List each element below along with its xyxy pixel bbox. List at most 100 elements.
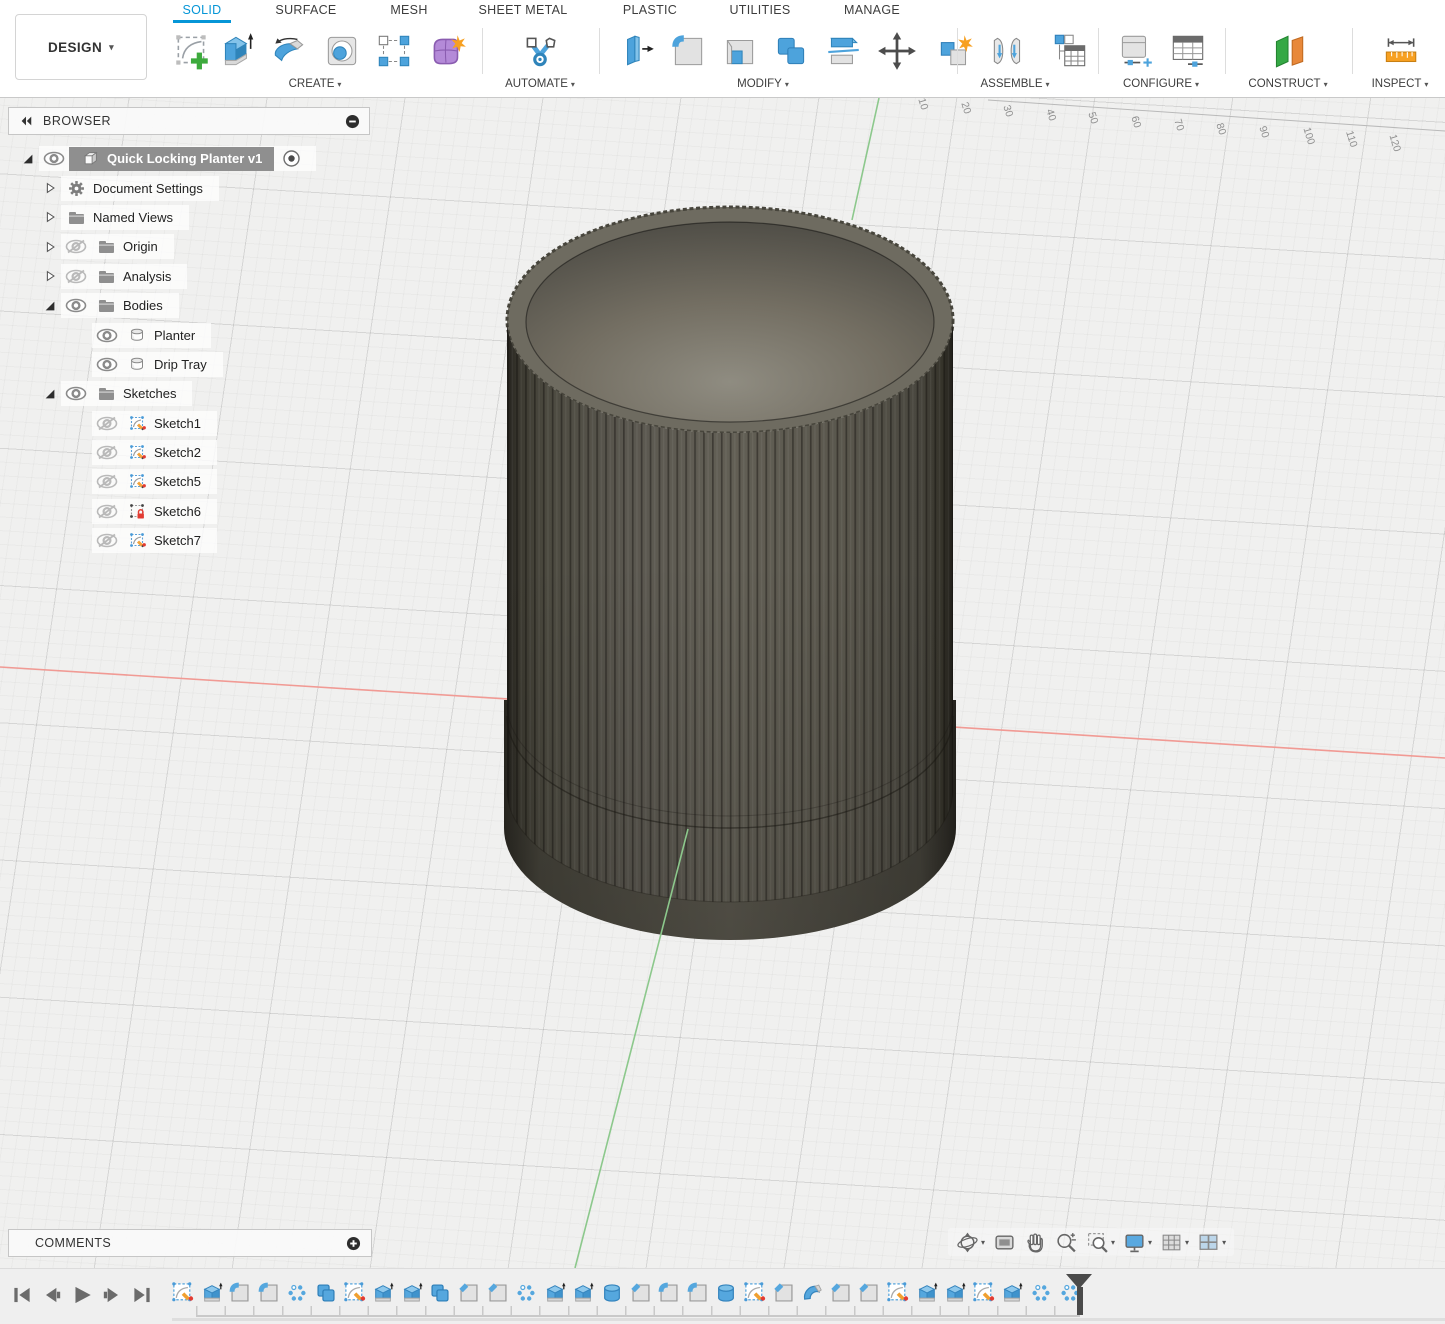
timeline-play-button[interactable] — [70, 1283, 94, 1307]
visibility-eye-icon[interactable] — [92, 328, 122, 343]
timeline-feature-chamfer[interactable] — [630, 1282, 652, 1304]
add-comment-icon[interactable] — [346, 1236, 361, 1251]
visibility-eye-off-icon[interactable] — [92, 416, 122, 431]
hole-icon[interactable] — [321, 30, 363, 72]
design-workspace-button[interactable]: DESIGN ▾ — [15, 14, 147, 80]
create-sketch-icon[interactable] — [171, 30, 213, 72]
timeline-feature-sketch[interactable] — [973, 1282, 995, 1304]
timeline-feature-extrude[interactable] — [372, 1282, 394, 1304]
visibility-eye-icon[interactable] — [61, 298, 91, 313]
tab-surface[interactable]: SURFACE — [275, 3, 336, 17]
timeline-feature-chamfer[interactable] — [458, 1282, 480, 1304]
expander-open-icon[interactable] — [39, 387, 61, 401]
tab-sheet-metal[interactable]: SHEET METAL — [479, 3, 568, 17]
timeline-feature-sketch[interactable] — [744, 1282, 766, 1304]
timeline-feature-chamfer[interactable] — [858, 1282, 880, 1304]
visibility-eye-off-icon[interactable] — [61, 269, 91, 284]
timeline-skip-start-button[interactable] — [10, 1283, 34, 1307]
shell-icon[interactable] — [719, 30, 761, 72]
timeline-feature-combine[interactable] — [315, 1282, 337, 1304]
timeline-playhead-handle[interactable] — [1077, 1287, 1083, 1315]
expander-closed-icon[interactable] — [39, 181, 61, 195]
tab-utilities[interactable]: UTILITIES — [729, 3, 790, 17]
window-zoom-icon[interactable]: ▾ — [1086, 1231, 1115, 1254]
browser-row-planter[interactable]: Planter — [8, 320, 370, 349]
tab-solid[interactable]: SOLID — [182, 3, 221, 17]
expander-open-icon[interactable] — [17, 152, 39, 166]
automate-icon[interactable] — [519, 30, 561, 72]
browser-row-origin[interactable]: Origin — [8, 232, 370, 261]
component-pattern-icon[interactable] — [1049, 30, 1091, 72]
create-form-icon[interactable] — [426, 30, 468, 72]
browser-row-sketches[interactable]: Sketches — [8, 379, 370, 408]
timeline-feature-fillet[interactable] — [258, 1282, 280, 1304]
revolve-icon[interactable] — [268, 30, 310, 72]
visibility-eye-off-icon[interactable] — [61, 239, 91, 254]
tab-manage[interactable]: MANAGE — [844, 3, 900, 17]
zoom-icon[interactable] — [1055, 1231, 1078, 1254]
expander-closed-icon[interactable] — [39, 210, 61, 224]
group-label-configure[interactable]: CONFIGURE▾ — [1123, 78, 1199, 90]
timeline-feature-fillet[interactable] — [658, 1282, 680, 1304]
browser-row-sketch7[interactable]: Sketch7 — [8, 526, 370, 555]
timeline-scroll-track[interactable] — [172, 1318, 1445, 1321]
timeline-feature-extrude[interactable] — [1001, 1282, 1023, 1304]
pan-icon[interactable] — [1024, 1231, 1047, 1254]
timeline-feature-extrude[interactable] — [572, 1282, 594, 1304]
timeline-feature-sketch[interactable] — [172, 1282, 194, 1304]
visibility-eye-off-icon[interactable] — [92, 474, 122, 489]
group-label-assemble[interactable]: ASSEMBLE▾ — [980, 78, 1049, 90]
group-label-modify[interactable]: MODIFY▾ — [737, 78, 789, 90]
timeline-feature-circular-pattern[interactable] — [286, 1282, 308, 1304]
visibility-eye-off-icon[interactable] — [92, 445, 122, 460]
browser-row-sketch5[interactable]: Sketch5 — [8, 467, 370, 496]
measure-icon[interactable] — [1379, 30, 1421, 72]
group-label-inspect[interactable]: INSPECT▾ — [1372, 78, 1429, 90]
browser-row-bodies[interactable]: Bodies — [8, 291, 370, 320]
rect-pattern-icon[interactable] — [373, 30, 415, 72]
timeline-feature-revolve[interactable] — [801, 1282, 823, 1304]
display-settings-icon[interactable]: ▾ — [1123, 1231, 1152, 1254]
configuration-icon[interactable] — [1114, 30, 1156, 72]
timeline-feature-chamfer[interactable] — [773, 1282, 795, 1304]
browser-row-sketch6[interactable]: Sketch6 — [8, 497, 370, 526]
minimize-panel-icon[interactable] — [345, 114, 360, 129]
press-pull-icon[interactable] — [616, 30, 658, 72]
timeline-feature-extrude[interactable] — [944, 1282, 966, 1304]
timeline-skip-end-button[interactable] — [130, 1283, 154, 1307]
grid-settings-icon[interactable]: ▾ — [1160, 1231, 1189, 1254]
timeline-step-back-button[interactable] — [40, 1283, 64, 1307]
timeline-feature-extrude[interactable] — [544, 1282, 566, 1304]
browser-row-analysis[interactable]: Analysis — [8, 262, 370, 291]
move-copy-icon[interactable] — [876, 30, 918, 72]
new-component-icon[interactable] — [934, 30, 976, 72]
timeline-feature-cylinder[interactable] — [601, 1282, 623, 1304]
timeline-feature-extrude[interactable] — [401, 1282, 423, 1304]
extrude-icon[interactable] — [216, 30, 258, 72]
visibility-eye-off-icon[interactable] — [92, 533, 122, 548]
visibility-eye-off-icon[interactable] — [92, 504, 122, 519]
expander-closed-icon[interactable] — [39, 269, 61, 283]
timeline-feature-cylinder[interactable] — [715, 1282, 737, 1304]
expander-closed-icon[interactable] — [39, 240, 61, 254]
group-label-construct[interactable]: CONSTRUCT▾ — [1248, 78, 1327, 90]
timeline-feature-chamfer[interactable] — [487, 1282, 509, 1304]
expander-open-icon[interactable] — [39, 299, 61, 313]
timeline-feature-circular-pattern[interactable] — [515, 1282, 537, 1304]
tab-plastic[interactable]: PLASTIC — [623, 3, 677, 17]
timeline-feature-extrude[interactable] — [201, 1282, 223, 1304]
visibility-eye-icon[interactable] — [39, 151, 69, 166]
comments-bar[interactable]: COMMENTS — [8, 1229, 372, 1257]
browser-row-drip-tray[interactable]: Drip Tray — [8, 350, 370, 379]
split-body-icon[interactable] — [822, 30, 864, 72]
timeline-step-forward-button[interactable] — [100, 1283, 124, 1307]
model-planter[interactable] — [500, 207, 960, 945]
look-at-icon[interactable] — [993, 1231, 1016, 1254]
browser-header[interactable]: BROWSER — [8, 107, 370, 135]
config-table-icon[interactable] — [1167, 30, 1209, 72]
tab-mesh[interactable]: MESH — [390, 3, 427, 17]
combine-tool-icon[interactable] — [770, 30, 812, 72]
timeline-track[interactable] — [196, 1306, 1080, 1317]
browser-row-sketch2[interactable]: Sketch2 — [8, 438, 370, 467]
viewports-icon[interactable]: ▾ — [1197, 1231, 1226, 1254]
